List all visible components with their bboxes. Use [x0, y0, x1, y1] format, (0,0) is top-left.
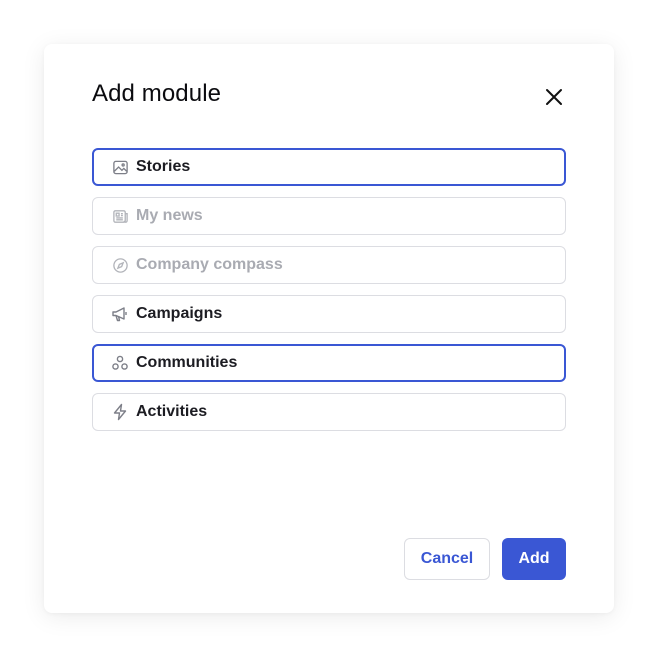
module-item-campaigns[interactable]: Campaigns [92, 295, 566, 333]
module-label: My news [136, 207, 203, 224]
cancel-button[interactable]: Cancel [404, 538, 490, 580]
module-item-my-news: My news [92, 197, 566, 235]
megaphone-icon [111, 305, 129, 323]
module-label: Campaigns [136, 305, 223, 322]
close-button[interactable] [542, 85, 566, 109]
module-item-company-compass: Company compass [92, 246, 566, 284]
add-module-dialog: Add module Stories My news Company compa… [44, 44, 614, 613]
module-item-stories[interactable]: Stories [92, 148, 566, 186]
module-list: Stories My news Company compass Campaign… [92, 148, 566, 442]
module-label: Communities [136, 354, 238, 371]
image-icon [111, 158, 129, 176]
module-item-activities[interactable]: Activities [92, 393, 566, 431]
module-label: Activities [136, 403, 208, 420]
close-icon [546, 89, 562, 105]
add-button[interactable]: Add [502, 538, 566, 580]
dialog-title: Add module [92, 80, 222, 107]
communities-icon [111, 354, 129, 372]
module-label: Stories [136, 158, 191, 175]
lightning-icon [111, 403, 129, 421]
newspaper-icon [111, 207, 129, 225]
compass-icon [111, 256, 129, 274]
module-label: Company compass [136, 256, 283, 273]
module-item-communities[interactable]: Communities [92, 344, 566, 382]
